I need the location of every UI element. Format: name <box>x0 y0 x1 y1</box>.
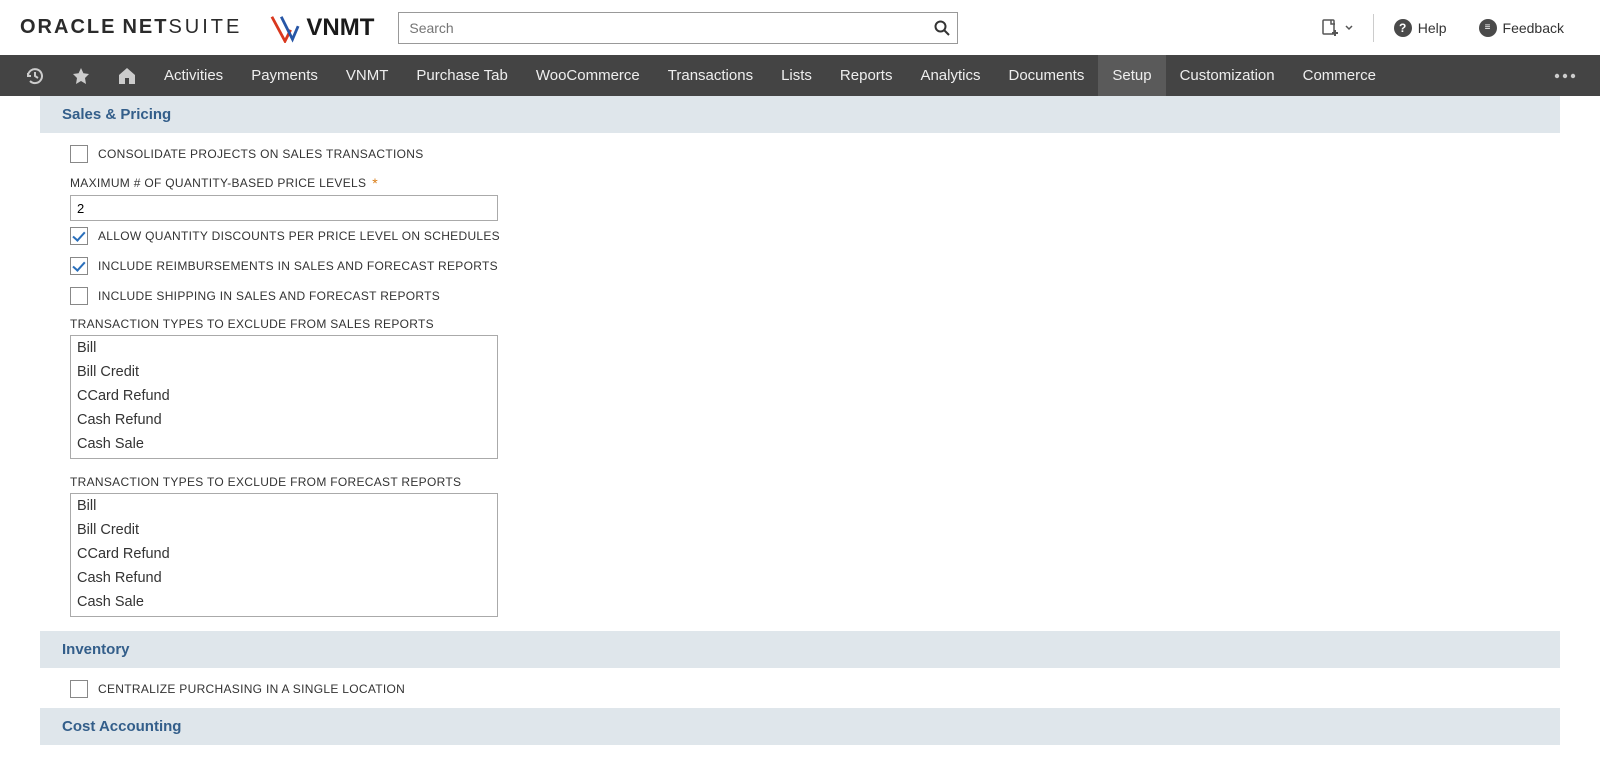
topbar: ORACLE NETSUITE VNMT <box>0 0 1600 55</box>
nav-item-payments[interactable]: Payments <box>237 55 332 96</box>
nav-item-transactions[interactable]: Transactions <box>654 55 767 96</box>
help-label: Help <box>1418 20 1447 36</box>
nav-item-purchase-tab[interactable]: Purchase Tab <box>402 55 521 96</box>
nav-item-lists[interactable]: Lists <box>767 55 826 96</box>
list-item[interactable]: Cash Refund <box>71 566 497 590</box>
feedback-icon: ≡ <box>1479 19 1497 37</box>
max-price-levels-label: MAXIMUM # OF QUANTITY-BASED PRICE LEVELS… <box>70 169 1560 195</box>
global-search <box>398 12 958 44</box>
logo-net-text: NET <box>122 16 168 39</box>
search-icon <box>934 20 950 36</box>
favorites-button[interactable] <box>58 55 104 96</box>
nav-more-button[interactable] <box>1542 55 1588 96</box>
section-cost-accounting-header[interactable]: Cost Accounting <box>40 708 1560 745</box>
nav-item-commerce[interactable]: Commerce <box>1289 55 1390 96</box>
nav-item-activities[interactable]: Activities <box>150 55 237 96</box>
centralize-purchasing-row: CENTRALIZE PURCHASING IN A SINGLE LOCATI… <box>70 674 1560 704</box>
include-shipping-label: INCLUDE SHIPPING IN SALES AND FORECAST R… <box>98 289 440 303</box>
vnmt-logo-icon <box>270 13 300 43</box>
list-item[interactable]: Cash Sale <box>71 432 497 456</box>
max-price-levels-input[interactable] <box>70 195 498 221</box>
feedback-label: Feedback <box>1503 20 1564 36</box>
document-plus-icon <box>1321 19 1339 37</box>
oracle-netsuite-logo: ORACLE NETSUITE <box>20 16 242 39</box>
exclude-forecast-listbox[interactable]: BillBill CreditCCard RefundCash RefundCa… <box>70 493 498 617</box>
max-price-levels-label-text: MAXIMUM # OF QUANTITY-BASED PRICE LEVELS <box>70 176 366 190</box>
divider <box>1373 14 1374 42</box>
topbar-right: ? Help ≡ Feedback <box>1305 8 1580 48</box>
star-icon <box>71 66 91 86</box>
feedback-button[interactable]: ≡ Feedback <box>1463 8 1580 48</box>
allow-qty-discounts-row: ALLOW QUANTITY DISCOUNTS PER PRICE LEVEL… <box>70 221 1560 251</box>
logo-suite-text: SUITE <box>168 16 242 39</box>
allow-qty-discounts-label: ALLOW QUANTITY DISCOUNTS PER PRICE LEVEL… <box>98 229 500 243</box>
include-reimbursements-checkbox[interactable] <box>70 257 88 275</box>
exclude-sales-label: TRANSACTION TYPES TO EXCLUDE FROM SALES … <box>70 311 1560 335</box>
help-icon: ? <box>1394 19 1412 37</box>
create-new-button[interactable] <box>1305 8 1369 48</box>
home-button[interactable] <box>104 55 150 96</box>
section-inventory-header[interactable]: Inventory <box>40 631 1560 668</box>
navbar: ActivitiesPaymentsVNMTPurchase TabWooCom… <box>0 55 1600 96</box>
allow-qty-discounts-checkbox[interactable] <box>70 227 88 245</box>
include-reimbursements-label: INCLUDE REIMBURSEMENTS IN SALES AND FORE… <box>98 259 498 273</box>
list-item[interactable]: Cash Sale <box>71 590 497 614</box>
ellipsis-icon <box>1554 73 1576 79</box>
list-item[interactable]: Check <box>71 614 497 617</box>
list-item[interactable]: CCard Refund <box>71 384 497 408</box>
nav-item-documents[interactable]: Documents <box>994 55 1098 96</box>
nav-item-vnmt[interactable]: VNMT <box>332 55 403 96</box>
list-item[interactable]: Check <box>71 456 497 459</box>
help-button[interactable]: ? Help <box>1378 8 1463 48</box>
list-item[interactable]: Bill <box>71 494 497 518</box>
inventory-fields: CENTRALIZE PURCHASING IN A SINGLE LOCATI… <box>40 668 1560 704</box>
centralize-purchasing-label: CENTRALIZE PURCHASING IN A SINGLE LOCATI… <box>98 682 405 696</box>
required-star-icon: * <box>372 175 378 191</box>
nav-item-setup[interactable]: Setup <box>1098 55 1165 96</box>
consolidate-projects-checkbox[interactable] <box>70 145 88 163</box>
include-shipping-checkbox[interactable] <box>70 287 88 305</box>
recent-records-button[interactable] <box>12 55 58 96</box>
chevron-down-icon <box>1345 24 1353 32</box>
centralize-purchasing-checkbox[interactable] <box>70 680 88 698</box>
nav-item-customization[interactable]: Customization <box>1166 55 1289 96</box>
sales-pricing-fields: CONSOLIDATE PROJECTS ON SALES TRANSACTIO… <box>40 133 1560 617</box>
search-button[interactable] <box>926 12 958 44</box>
consolidate-projects-row: CONSOLIDATE PROJECTS ON SALES TRANSACTIO… <box>70 139 1560 169</box>
search-input[interactable] <box>398 12 958 44</box>
nav-item-woocommerce[interactable]: WooCommerce <box>522 55 654 96</box>
home-icon <box>116 66 138 86</box>
list-item[interactable]: Bill Credit <box>71 518 497 542</box>
exclude-forecast-label: TRANSACTION TYPES TO EXCLUDE FROM FORECA… <box>70 469 1560 493</box>
clock-back-icon <box>25 66 45 86</box>
include-shipping-row: INCLUDE SHIPPING IN SALES AND FORECAST R… <box>70 281 1560 311</box>
vnmt-logo: VNMT <box>270 13 374 43</box>
list-item[interactable]: CCard Refund <box>71 542 497 566</box>
list-item[interactable]: Bill Credit <box>71 360 497 384</box>
nav-item-analytics[interactable]: Analytics <box>906 55 994 96</box>
consolidate-projects-label: CONSOLIDATE PROJECTS ON SALES TRANSACTIO… <box>98 147 424 161</box>
list-item[interactable]: Bill <box>71 336 497 360</box>
include-reimbursements-row: INCLUDE REIMBURSEMENTS IN SALES AND FORE… <box>70 251 1560 281</box>
content-area[interactable]: Sales & Pricing CONSOLIDATE PROJECTS ON … <box>0 96 1600 775</box>
list-item[interactable]: Cash Refund <box>71 408 497 432</box>
vnmt-logo-text: VNMT <box>306 14 374 42</box>
section-sales-pricing-header[interactable]: Sales & Pricing <box>40 96 1560 133</box>
nav-item-reports[interactable]: Reports <box>826 55 907 96</box>
exclude-sales-listbox[interactable]: BillBill CreditCCard RefundCash RefundCa… <box>70 335 498 459</box>
logo-oracle-text: ORACLE <box>20 16 116 39</box>
